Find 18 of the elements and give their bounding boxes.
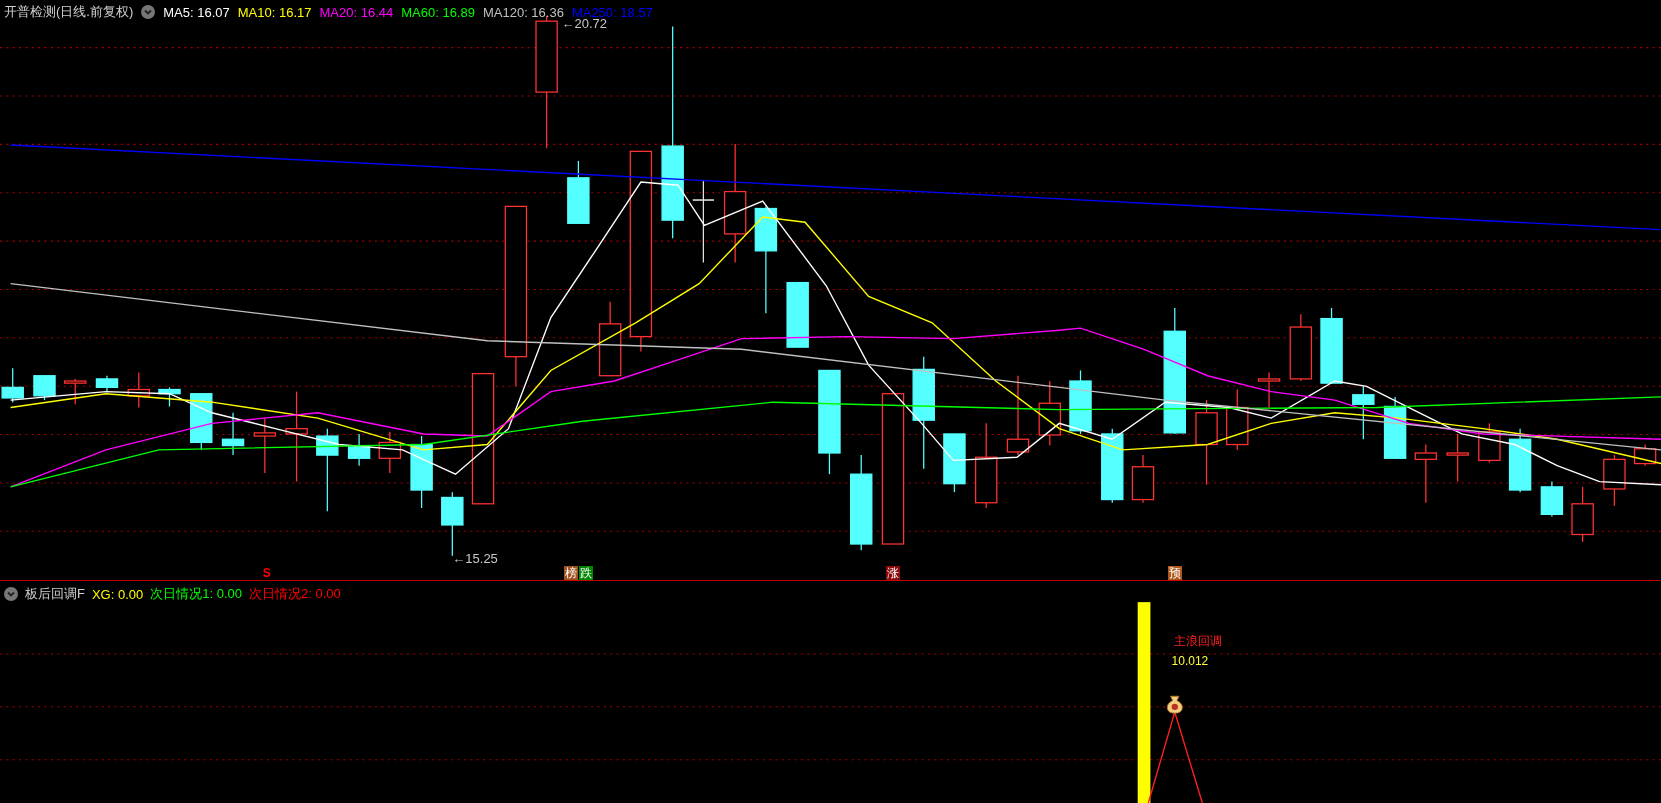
moving-average-value: MA20: 16.44 <box>319 4 394 20</box>
signal-tag: 涨 <box>885 566 900 581</box>
indicator-title: 板后回调F <box>25 585 85 603</box>
signal-value: 10.012 <box>1171 653 1209 669</box>
signal-tag: 预 <box>1168 566 1183 581</box>
signal-tag: 跌 <box>579 566 594 581</box>
moving-average-value: MA10: 16.17 <box>237 4 312 20</box>
moving-average-value: MA60: 16.89 <box>401 4 475 20</box>
indicator-value: 次日情况1: 0.00 <box>150 585 243 603</box>
signal-tag: 榜 <box>563 566 578 581</box>
low-price-label: ←15.25 <box>452 552 498 567</box>
signal-label: 主浪回调 <box>1173 633 1222 649</box>
indicator-value: XG: 0.00 <box>91 586 144 602</box>
signal-mark: S <box>262 566 271 581</box>
moving-average-value: MA120: 16.36 <box>482 4 564 20</box>
indicator-value: 次日情况2: 0.00 <box>249 585 341 603</box>
moving-average-value: MA5: 16.07 <box>163 4 230 20</box>
chart-title: 开普检测(日线.前复权) <box>4 3 134 21</box>
